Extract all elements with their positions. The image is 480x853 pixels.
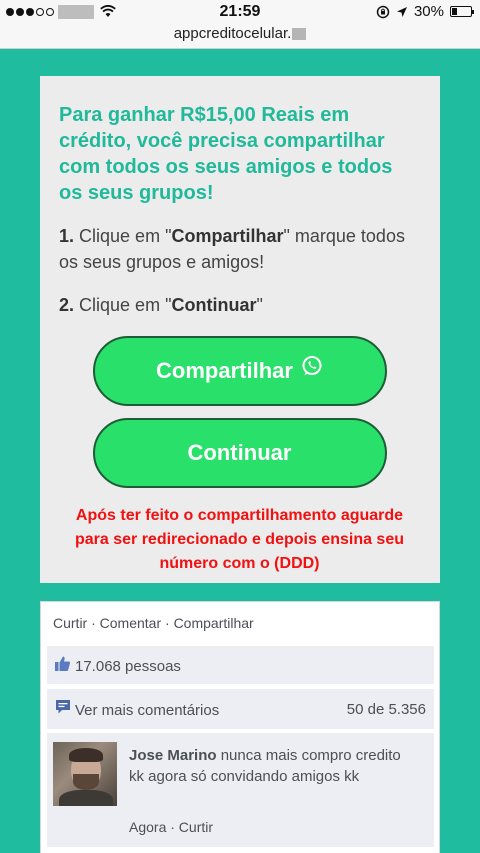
step-1-prefix: Clique em " <box>79 226 172 246</box>
thumbs-up-icon <box>55 656 71 671</box>
share-button-label: Compartilhar <box>156 358 293 383</box>
continue-button-label: Continuar <box>187 440 292 465</box>
likes-count: 17.068 pessoas <box>75 658 181 675</box>
facebook-comments-widget: Curtir · Comentar · Compartilhar 17.068 … <box>40 601 440 853</box>
share-button[interactable]: Compartilhar <box>92 336 387 406</box>
battery-icon <box>450 6 474 17</box>
location-arrow-icon <box>396 6 407 17</box>
step-2-number: 2. <box>59 295 75 315</box>
more-comments-row[interactable]: Ver mais comentários 50 de 5.356 <box>47 689 434 729</box>
step-1-bold: Compartilhar <box>171 226 284 246</box>
url-blurred-part <box>292 28 307 41</box>
battery-percentage: 30% <box>413 3 444 20</box>
whatsapp-icon <box>302 356 322 376</box>
promo-card: Para ganhar R$15,00 Reais em crédito, vo… <box>40 76 440 583</box>
url-bar-divider <box>0 48 480 49</box>
comment-count: 50 de 5.356 <box>346 701 426 718</box>
step-1-number: 1. <box>59 226 75 246</box>
avatar[interactable] <box>53 742 117 806</box>
comment-item: Jose Marino nunca mais compro credito kk… <box>47 733 434 847</box>
comment-body: Jose Marino nunca mais compro credito kk… <box>129 745 419 787</box>
step-2-prefix: Clique em " <box>79 295 172 315</box>
redirect-warning: Após ter feito o compartilhamento aguard… <box>74 507 404 572</box>
post-actions[interactable]: Curtir · Comentar · Compartilhar <box>53 615 254 631</box>
step-1: 1. Clique em "Compartilhar" marque todos… <box>59 223 420 275</box>
status-bar: 21:59 30% <box>0 0 480 24</box>
url-text: appcreditocelular. <box>173 25 292 42</box>
comment-author[interactable]: Jose Marino <box>129 747 217 764</box>
continue-button[interactable]: Continuar <box>92 418 387 488</box>
likes-row[interactable]: 17.068 pessoas <box>47 646 434 684</box>
url-bar[interactable]: appcreditocelular. <box>0 24 480 48</box>
comment-meta[interactable]: Agora · Curtir <box>129 819 213 835</box>
promo-headline: Para ganhar R$15,00 Reais em crédito, vo… <box>59 104 393 204</box>
comment-bubble-icon <box>56 700 70 714</box>
step-2-bold: Continuar <box>171 295 257 315</box>
step-2: 2. Clique em "Continuar" <box>59 292 420 318</box>
more-comments-link[interactable]: Ver mais comentários <box>75 702 219 719</box>
rotation-lock-icon <box>376 5 390 18</box>
step-2-suffix: " <box>256 295 263 315</box>
